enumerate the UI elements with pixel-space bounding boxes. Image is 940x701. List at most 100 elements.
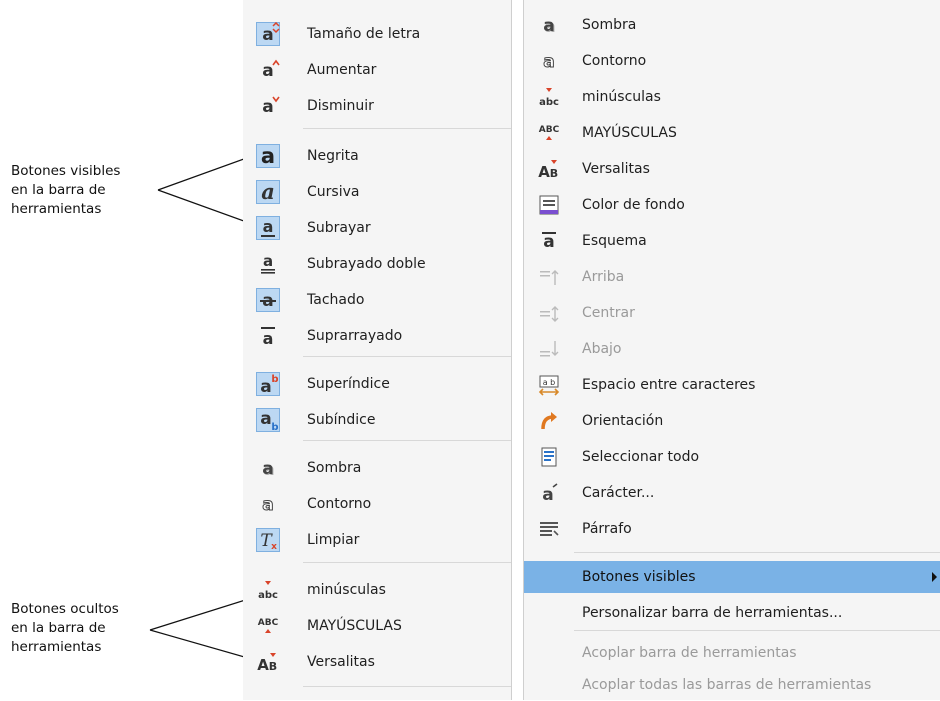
character-spacing-icon: a b — [537, 373, 561, 397]
svg-text:a: a — [263, 252, 273, 270]
menu-item-label: Cursiva — [307, 184, 360, 200]
menu-item-uppercase[interactable]: ABC MAYÚSCULAS — [243, 610, 511, 642]
menu-item-small-caps[interactable]: A B Versalitas — [524, 153, 940, 185]
outline-icon: a — [537, 49, 561, 73]
menu-item-font-shrink[interactable]: a Disminuir — [243, 90, 511, 122]
svg-text:x: x — [271, 542, 277, 552]
svg-text:A: A — [538, 163, 550, 181]
menu-item-label: Abajo — [582, 341, 622, 357]
menu-item-select-all[interactable]: Seleccionar todo — [524, 441, 940, 473]
menu-item-overline[interactable]: a Suprarrayado — [243, 320, 511, 352]
menu-item-label: Superíndice — [307, 376, 390, 392]
menu-item-superscript[interactable]: a b Superíndice — [243, 368, 511, 400]
menu-item-background-color[interactable]: Color de fondo — [524, 189, 940, 221]
menu-item-clear-formatting[interactable]: Tx Limpiar — [243, 524, 511, 556]
font-size-icon: a — [256, 22, 280, 46]
menu-item-acoplar-barra-de-herramientas[interactable]: Acoplar barra de herramientas — [524, 637, 940, 669]
menu-item-label: MAYÚSCULAS — [307, 618, 402, 634]
menu-separator — [303, 128, 511, 129]
menu-item-orientation[interactable]: Orientación — [524, 405, 940, 437]
menu-item-shadow[interactable]: a a Sombra — [243, 452, 511, 484]
small-caps-icon: AB — [537, 157, 561, 181]
menu-item-italic[interactable]: a Cursiva — [243, 176, 511, 208]
menu-item-label: Color de fondo — [582, 197, 685, 213]
menu-item-label: MAYÚSCULAS — [582, 125, 677, 141]
menu-item-font-size[interactable]: a Tamaño de letra — [243, 18, 511, 50]
menu-item-lowercase[interactable]: abc minúsculas — [524, 81, 940, 113]
overline-icon: a — [256, 324, 280, 348]
svg-text:ABC: ABC — [539, 125, 560, 135]
menu-item-label: Versalitas — [307, 654, 375, 670]
menu-item-underline[interactable]: a Subrayar — [243, 212, 511, 244]
menu-item-personalizar-barra-de-herramientas[interactable]: Personalizar barra de herramientas... — [524, 597, 940, 629]
menu-item-label: Subrayar — [307, 220, 371, 236]
menu-item-outline[interactable]: a Contorno — [524, 45, 940, 77]
menu-item-double-underline[interactable]: a Subrayado doble — [243, 248, 511, 280]
svg-text:B: B — [269, 660, 277, 673]
svg-text:a: a — [262, 61, 273, 81]
menu-item-label: Acoplar todas las barras de herramientas — [582, 677, 872, 693]
svg-text:a: a — [261, 180, 275, 204]
menu-item-shadow[interactable]: a a Sombra — [524, 9, 940, 41]
shadow-icon: aa — [537, 13, 561, 37]
svg-text:b: b — [271, 374, 278, 385]
menu-item-label: Centrar — [582, 305, 635, 321]
menu-item-label: Tamaño de letra — [307, 26, 421, 42]
outline-icon: a — [256, 492, 280, 516]
menu-separator — [303, 356, 511, 357]
menu-item-label: Seleccionar todo — [582, 449, 700, 465]
align-center-vertical-icon — [537, 301, 561, 325]
menu-item-outline-numbering[interactable]: a Esquema — [524, 225, 940, 257]
svg-text:a: a — [542, 485, 553, 505]
select-all-icon — [537, 445, 561, 469]
italic-icon: a — [256, 180, 280, 204]
lowercase-icon: abc — [256, 578, 280, 602]
svg-text:abc: abc — [258, 590, 278, 601]
outline-numbering-icon: a — [537, 229, 561, 253]
arrow-to-underline — [157, 189, 257, 226]
menu-item-uppercase[interactable]: ABC MAYÚSCULAS — [524, 117, 940, 149]
underline-icon: a — [256, 216, 280, 240]
menu-item-align-top[interactable]: Arriba — [524, 261, 940, 293]
svg-text:b: b — [271, 422, 278, 432]
svg-text:a: a — [263, 329, 274, 348]
shadow-icon: aa — [256, 456, 280, 480]
svg-text:a: a — [262, 495, 273, 515]
menu-item-strikethrough[interactable]: a Tachado — [243, 284, 511, 316]
menu-item-acoplar-todas-las-barras-de-herramientas[interactable]: Acoplar todas las barras de herramientas — [524, 669, 940, 701]
menu-item-align-center-vertical[interactable]: Centrar — [524, 297, 940, 329]
menu-item-label: Orientación — [582, 413, 664, 429]
menu-separator — [574, 552, 940, 553]
menu-item-lowercase[interactable]: abc minúsculas — [243, 574, 511, 606]
menu-item-label: Tachado — [307, 292, 365, 308]
menu-item-label: Sombra — [582, 17, 637, 33]
small-caps-icon: AB — [256, 650, 280, 674]
font-grow-icon: a — [256, 58, 280, 82]
svg-text:ABC: ABC — [258, 618, 279, 628]
uppercase-icon: ABC — [256, 614, 280, 638]
align-top-icon — [537, 265, 561, 289]
menu-item-label: Disminuir — [307, 98, 374, 114]
menu-item-botones-visibles[interactable]: Botones visibles — [524, 561, 940, 593]
menu-item-subscript[interactable]: a b Subíndice — [243, 404, 511, 436]
menu-item-small-caps[interactable]: A B Versalitas — [243, 646, 511, 678]
uppercase-icon: ABC — [537, 121, 561, 145]
menu-item-outline[interactable]: a Contorno — [243, 488, 511, 520]
menu-item-paragraph[interactable]: Párrafo — [524, 513, 940, 545]
menu-item-bold[interactable]: a Negrita — [243, 140, 511, 172]
clear-formatting-icon: Tx — [256, 528, 280, 552]
menu-item-label: Espacio entre caracteres — [582, 377, 756, 393]
paragraph-icon — [537, 517, 561, 541]
background-color-icon — [537, 193, 561, 217]
menu-item-character-spacing[interactable]: a b Espacio entre caracteres — [524, 369, 940, 401]
menu-item-font-grow[interactable]: a Aumentar — [243, 54, 511, 86]
menu-item-label: Versalitas — [582, 161, 650, 177]
menu-item-character[interactable]: a Carácter... — [524, 477, 940, 509]
svg-text:a: a — [263, 217, 274, 236]
menu-item-align-bottom[interactable]: Abajo — [524, 333, 940, 365]
bold-icon: a — [256, 144, 280, 168]
annotation-arrows — [149, 154, 257, 662]
menu-item-label: Botones visibles — [582, 569, 696, 585]
menu-item-label: Suprarrayado — [307, 328, 403, 344]
submenu-arrow-icon — [932, 572, 937, 582]
